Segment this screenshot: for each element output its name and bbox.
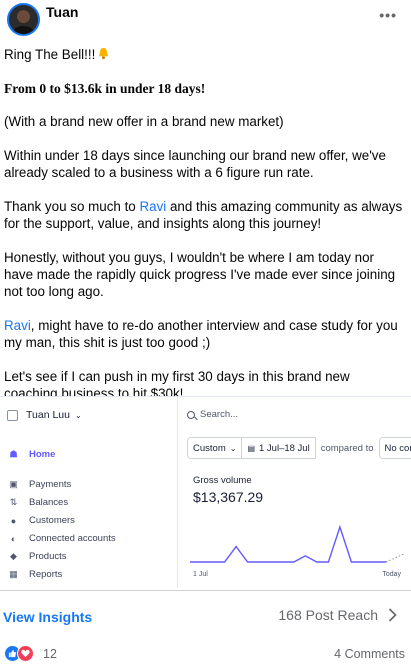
reports-icon: ▦: [9, 569, 18, 579]
compare-select: No com: [378, 437, 411, 459]
data-point-2-jul: [200, 561, 203, 563]
post-paragraph-1: Within under 18 days since launching our…: [4, 148, 386, 180]
date-range: ▤ 1 Jul–18 Jul: [242, 437, 316, 459]
x-tick-end: Today: [382, 571, 401, 578]
x-tick-start: 1 Jul: [193, 571, 208, 578]
mention-link-ravi-2[interactable]: Ravi: [4, 318, 31, 333]
calendar-icon: ▤: [247, 443, 255, 453]
reaction-count: 12: [43, 646, 57, 661]
data-point-11-jul: [304, 555, 306, 557]
dashboard-screenshot[interactable]: Tuan Luu ⌄ ☗ Home ▣ Payments ⇅ Balances ● Cu…: [0, 396, 411, 588]
projection-dashed-line: [385, 553, 405, 563]
mention-link-ravi[interactable]: Ravi: [139, 199, 166, 214]
post-line-1: Ring The Bell!!!: [4, 46, 406, 63]
post-paragraph-3: Honestly, without you guys, I wouldn't b…: [4, 250, 396, 299]
post-subtitle: (With a brand new offer in a brand new m…: [4, 114, 284, 129]
gross-volume-label: Gross volume: [193, 475, 252, 486]
data-point-9-jul: [281, 561, 283, 563]
post-paragraph-4: Ravi, might have to re-do another interv…: [4, 318, 398, 350]
dashboard-sidebar: Tuan Luu ⌄ ☗ Home ▣ Payments ⇅ Balances ● Cu…: [0, 397, 178, 588]
range-select: Custom ⌄: [187, 437, 243, 459]
avatar[interactable]: [7, 3, 40, 36]
post-reach-button[interactable]: 168 Post Reach: [278, 607, 397, 623]
data-point-7-jul: [258, 561, 260, 563]
dashboard-main: Search... Custom ⌄ ▤ 1 Jul–18 Jul compared…: [178, 397, 411, 588]
sidebar-item-reports: ▦ Reports: [9, 569, 63, 580]
sidebar-item-payments: ▣ Payments: [9, 479, 72, 490]
gross-volume-series-line: [190, 525, 386, 563]
reactions-summary[interactable]: 12: [4, 645, 57, 662]
love-icon: [17, 645, 34, 662]
data-point-8-jul: [270, 561, 272, 563]
data-point-6-jul: [247, 561, 249, 563]
customers-icon: ●: [10, 515, 17, 526]
dashboard-search: Search...: [187, 409, 238, 420]
payments-icon: ▣: [9, 479, 18, 489]
more-options-icon[interactable]: •••: [379, 7, 397, 23]
data-point-13-jul: [327, 561, 329, 563]
sidebar-item-home: ☗ Home: [9, 449, 56, 460]
post-header: Tuan •••: [0, 0, 411, 44]
data-point-15-jul: [350, 561, 352, 563]
comments-count[interactable]: 4 Comments: [334, 647, 405, 661]
post-headline: From 0 to $13.6k in under 18 days!: [4, 81, 206, 96]
balances-icon: ⇅: [9, 497, 18, 507]
bell-icon: [99, 47, 109, 60]
data-point-5-jul: [235, 546, 237, 548]
account-switcher: Tuan Luu ⌄: [7, 409, 82, 421]
sidebar-item-balances: ⇅ Balances: [9, 497, 69, 508]
data-point-10-jul: [293, 561, 295, 563]
insights-bar: View Insights 168 Post Reach: [0, 590, 411, 640]
chevron-down-icon: ⌄: [229, 443, 237, 453]
products-icon: ◆: [10, 551, 17, 561]
post-body: Ring The Bell!!! From 0 to $13.6k in und…: [4, 46, 406, 419]
compared-to-label: compared to: [320, 442, 374, 454]
connected-accounts-icon: ◐: [10, 533, 17, 544]
data-point-4-jul: [224, 561, 226, 563]
data-point-17-jul: [373, 561, 376, 563]
view-insights-link[interactable]: View Insights: [3, 609, 92, 625]
chevron-right-icon: [388, 608, 397, 622]
sidebar-item-products: ◆ Products: [8, 551, 66, 562]
sidebar-item-customers: ● Customers: [8, 515, 75, 526]
post-paragraph-2: Thank you so much to Ravi and this amazi…: [4, 199, 403, 231]
data-point-16-jul: [362, 561, 364, 563]
date-filters: Custom⌄ ▤1 Jul–18 Jul compared to No com: [187, 437, 411, 459]
home-icon: ☗: [9, 449, 18, 459]
sidebar-item-connected-accounts: ◐ Connected accounts: [8, 533, 116, 544]
data-point-12-jul: [316, 561, 318, 563]
data-point-3-jul: [212, 561, 214, 563]
author-name[interactable]: Tuan: [46, 4, 78, 20]
gross-volume-value: $13,367.29: [193, 489, 264, 505]
gross-volume-chart: [190, 525, 405, 563]
account-icon: [7, 409, 18, 421]
chevron-down-icon: ⌄: [74, 410, 82, 420]
search-icon: [187, 410, 195, 419]
data-point-14-jul: [339, 526, 341, 528]
